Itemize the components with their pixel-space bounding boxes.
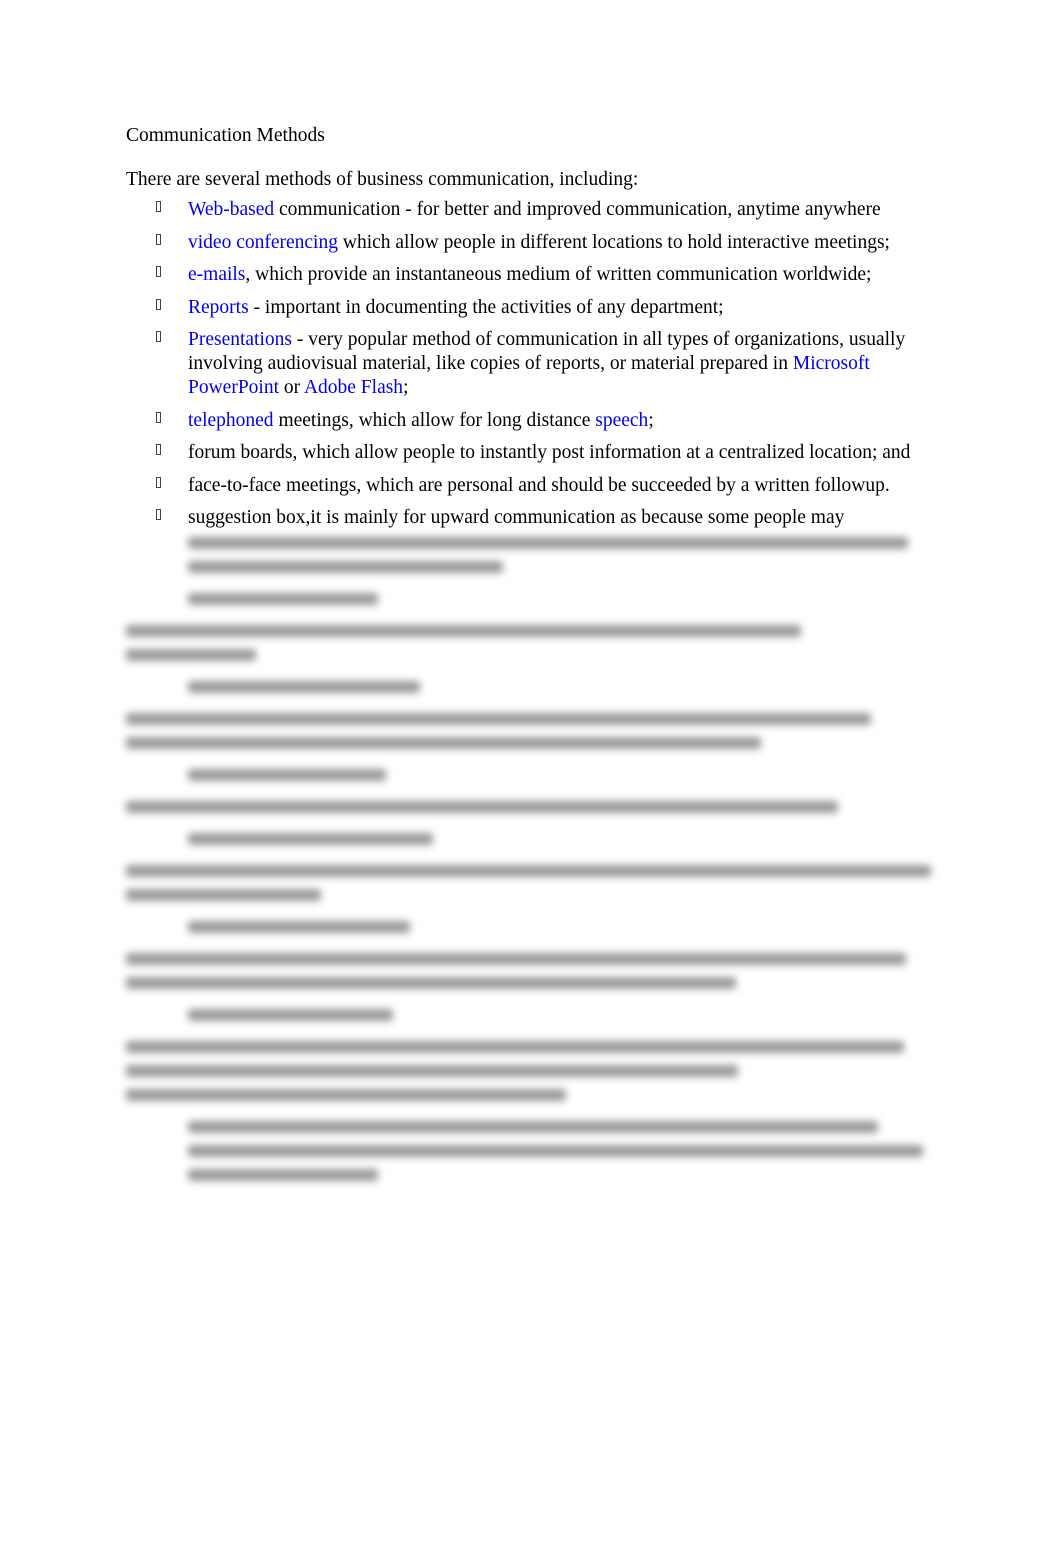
item-text: , which provide an instantaneous medium … bbox=[245, 264, 872, 285]
item-text: face-to-face meetings, which are persona… bbox=[188, 474, 890, 496]
list-item: video conferencing which allow people in… bbox=[126, 231, 946, 255]
link-web-based[interactable]: Web-based bbox=[188, 199, 274, 220]
item-text: ; bbox=[648, 409, 654, 431]
list-item: Presentations - very popular method of c… bbox=[126, 328, 946, 400]
item-text: communication - for better and improved … bbox=[274, 199, 881, 220]
document-title: Communication Methods bbox=[126, 125, 325, 146]
list-item: telephoned meetings, which allow for lon… bbox=[126, 409, 946, 433]
square-bullet-icon bbox=[156, 298, 161, 310]
document-page: Communication Methods There are several … bbox=[126, 124, 946, 1186]
square-bullet-icon bbox=[156, 233, 161, 245]
item-text: - important in documenting the activitie… bbox=[248, 296, 724, 318]
list-item: e-mails, which provide an instantaneous … bbox=[126, 263, 946, 287]
list-item: face-to-face meetings, which are persona… bbox=[126, 474, 946, 498]
item-text: which allow people in different location… bbox=[337, 231, 890, 253]
blurred-content bbox=[126, 530, 946, 1186]
link-adobe-flash[interactable]: Adobe Flash bbox=[304, 377, 403, 398]
link-reports[interactable]: Reports bbox=[188, 297, 249, 318]
item-text: forum boards, which allow people to inst… bbox=[188, 442, 911, 463]
link-presentations[interactable]: Presentations bbox=[188, 329, 292, 350]
list-item: Reports - important in documenting the a… bbox=[126, 296, 946, 320]
square-bullet-icon bbox=[156, 411, 161, 423]
list-item: Web-based communication - for better and… bbox=[126, 198, 946, 222]
item-text: suggestion box,it is mainly for upward c… bbox=[188, 507, 845, 528]
link-speech[interactable]: speech bbox=[595, 410, 648, 431]
intro-paragraph: There are several methods of business co… bbox=[126, 169, 639, 190]
methods-list: Web-based communication - for better and… bbox=[126, 198, 946, 530]
list-item: suggestion box,it is mainly for upward c… bbox=[126, 506, 946, 530]
square-bullet-icon bbox=[156, 201, 161, 212]
item-text: meetings, which allow for long distance bbox=[273, 409, 596, 431]
square-bullet-icon bbox=[156, 476, 161, 488]
list-item: forum boards, which allow people to inst… bbox=[126, 441, 946, 465]
link-telephoned[interactable]: telephoned bbox=[188, 410, 274, 431]
square-bullet-icon bbox=[156, 444, 161, 455]
item-text: ; bbox=[403, 377, 409, 398]
link-video-conferencing[interactable]: video conferencing bbox=[188, 232, 338, 253]
square-bullet-icon bbox=[156, 331, 161, 342]
item-text: or bbox=[279, 377, 304, 398]
link-e-mails[interactable]: e-mails bbox=[188, 264, 245, 285]
square-bullet-icon bbox=[156, 266, 161, 277]
square-bullet-icon bbox=[156, 509, 161, 520]
